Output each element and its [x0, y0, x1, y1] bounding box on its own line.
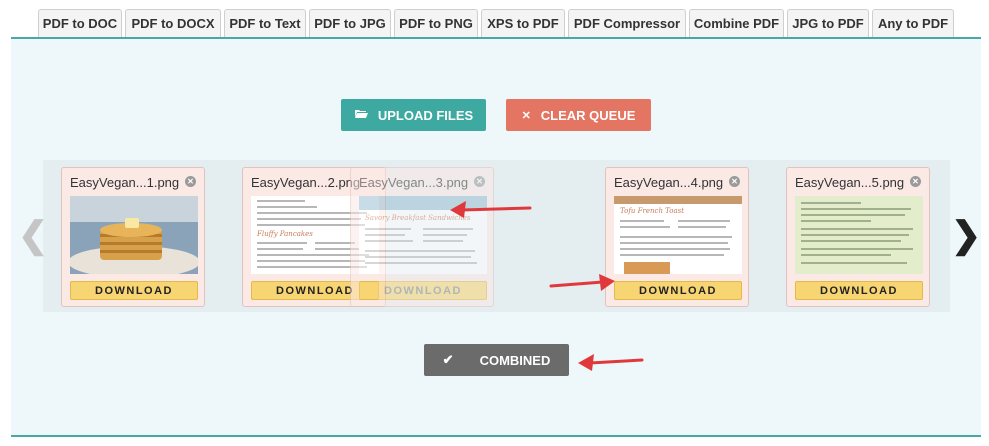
carousel-prev-button[interactable]: ❮ — [18, 217, 48, 253]
download-button[interactable]: DOWNLOAD — [614, 281, 742, 300]
file-name: EasyVegan...3.png — [359, 175, 469, 190]
file-name: EasyVegan...5.png — [795, 175, 905, 190]
download-button[interactable]: DOWNLOAD — [70, 281, 198, 300]
file-card: EasyVegan...5.png ✕ DOWNLOAD — [786, 167, 930, 307]
file-name: EasyVegan...1.png — [70, 175, 180, 190]
check-icon: ✔ — [442, 352, 454, 367]
file-card: EasyVegan...4.png ✕ Tofu French Toast DO… — [605, 167, 749, 307]
folder-open-icon — [354, 108, 368, 122]
remove-file-icon[interactable]: ✕ — [729, 176, 740, 187]
annotation-arrow-icon — [578, 354, 644, 371]
clear-queue-label: CLEAR QUEUE — [540, 107, 636, 123]
file-name: EasyVegan...4.png — [614, 175, 724, 190]
carousel-next-button[interactable]: ❯ — [951, 217, 981, 253]
tab-any-to-pdf[interactable]: Any to PDF — [872, 9, 954, 37]
pancake-photo — [70, 196, 198, 274]
document-title: Tofu French Toast — [620, 207, 685, 215]
tab-xps-to-pdf[interactable]: XPS to PDF — [481, 9, 565, 37]
file-card-dragging[interactable]: EasyVegan...3.png ✕ Savory Breakfast San… — [350, 167, 494, 307]
clear-queue-button[interactable]: ✕ CLEAR QUEUE — [506, 99, 651, 131]
tab-pdf-to-docx[interactable]: PDF to DOCX — [125, 9, 221, 37]
annotation-arrow-icon — [549, 274, 615, 291]
file-name: EasyVegan...2.png — [251, 175, 361, 190]
close-icon: ✕ — [521, 109, 531, 122]
file-thumbnail — [70, 196, 198, 274]
tab-pdf-to-text[interactable]: PDF to Text — [224, 9, 306, 37]
combined-label: COMBINED — [479, 352, 551, 368]
upload-files-button[interactable]: UPLOAD FILES — [341, 99, 486, 131]
tab-pdf-to-jpg[interactable]: PDF to JPG — [309, 9, 391, 37]
remove-file-icon[interactable]: ✕ — [185, 176, 196, 187]
combined-button[interactable]: ✔ COMBINED — [424, 344, 569, 376]
upload-files-label: UPLOAD FILES — [377, 107, 474, 123]
converter-tabs: PDF to DOC PDF to DOCX PDF to Text PDF t… — [0, 0, 989, 38]
file-thumbnail: Tofu French Toast — [614, 196, 742, 274]
tab-jpg-to-pdf[interactable]: JPG to PDF — [787, 9, 869, 37]
download-button[interactable]: DOWNLOAD — [795, 281, 923, 300]
tab-pdf-compressor[interactable]: PDF Compressor — [568, 9, 686, 37]
remove-file-icon[interactable]: ✕ — [474, 176, 485, 187]
tab-pdf-to-doc[interactable]: PDF to DOC — [38, 9, 122, 37]
file-thumbnail — [795, 196, 923, 274]
annotation-arrow-icon — [450, 201, 532, 218]
document-title: Fluffy Pancakes — [257, 230, 313, 238]
tab-combine-pdf[interactable]: Combine PDF — [689, 9, 784, 37]
download-button[interactable]: DOWNLOAD — [359, 281, 487, 300]
tab-pdf-to-png[interactable]: PDF to PNG — [394, 9, 478, 37]
remove-file-icon[interactable]: ✕ — [910, 176, 921, 187]
file-card: EasyVegan...1.png ✕ DOWNLOAD — [61, 167, 205, 307]
